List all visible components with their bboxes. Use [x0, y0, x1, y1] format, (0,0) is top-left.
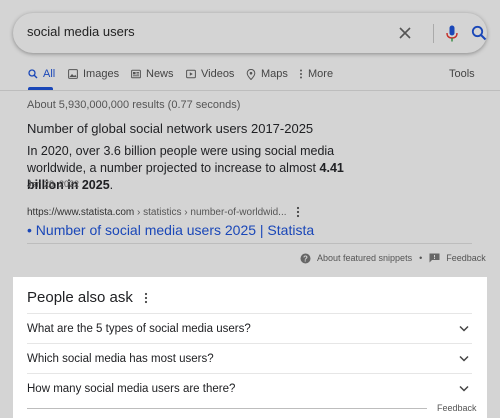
result-divider — [27, 243, 472, 244]
paa-question: Which social media has most users? — [27, 353, 214, 365]
search-icon — [28, 69, 38, 79]
tab-all[interactable]: All — [28, 68, 55, 80]
search-tabs: All Images News Videos Maps More Tools — [0, 66, 500, 90]
tools-button[interactable]: Tools — [449, 68, 475, 80]
chevron-down-icon — [459, 385, 469, 392]
snippet-date: Jan 28, 2022 — [27, 179, 80, 189]
snippet-footer: ? About featured snippets • Feedback — [300, 251, 486, 265]
snippet-text-prefix: In 2020, over 3.6 billion people were us… — [27, 144, 335, 175]
search-icon[interactable] — [471, 25, 487, 41]
paa-question-row[interactable]: What are the 5 types of social media use… — [27, 313, 472, 344]
tab-label: News — [146, 68, 174, 80]
svg-text:?: ? — [303, 254, 308, 263]
result-title-link[interactable]: • Number of social media users 2025 | St… — [27, 222, 314, 238]
paa-question: How many social media users are there? — [27, 383, 236, 395]
search-box[interactable]: social media users — [13, 13, 487, 53]
news-icon — [131, 69, 141, 79]
about-featured-snippets-link[interactable]: About featured snippets — [317, 253, 412, 263]
result-url[interactable]: https://www.statista.com › statistics › … — [27, 207, 287, 218]
image-icon — [68, 69, 78, 79]
paa-question: What are the 5 types of social media use… — [27, 323, 251, 335]
tab-label: Videos — [201, 68, 235, 80]
results-stats: About 5,930,000,000 results (0.77 second… — [27, 99, 241, 111]
paa-options-icon[interactable] — [142, 291, 150, 305]
tab-maps[interactable]: Maps — [246, 68, 288, 80]
mic-icon[interactable] — [446, 25, 458, 42]
search-input[interactable]: social media users — [27, 24, 135, 39]
tab-label: Maps — [261, 68, 288, 80]
tab-label: Images — [83, 68, 120, 80]
feedback-icon — [429, 253, 440, 263]
tab-label: All — [43, 68, 56, 80]
separator-dot: • — [419, 253, 423, 263]
paa-divider — [27, 408, 427, 409]
map-pin-icon — [246, 68, 256, 80]
paa-title: People also ask — [27, 289, 133, 306]
tab-images[interactable]: Images — [68, 68, 119, 80]
featured-snippet-heading: Number of global social network users 20… — [27, 121, 314, 136]
help-icon: ? — [300, 253, 311, 263]
people-also-ask-card: People also ask What are the 5 types of … — [13, 277, 487, 418]
tabs-divider — [0, 90, 500, 91]
snippet-text-suffix: . — [109, 178, 114, 192]
result-url-domain: https://www.statista.com — [27, 207, 135, 218]
tab-news[interactable]: News — [131, 68, 174, 80]
video-icon — [186, 69, 196, 79]
result-options-icon[interactable] — [294, 205, 302, 219]
feedback-link[interactable]: Feedback — [446, 253, 486, 263]
paa-feedback-link[interactable]: Feedback — [437, 403, 477, 413]
clear-icon[interactable] — [398, 26, 412, 40]
chevron-down-icon — [459, 325, 469, 332]
more-dots-icon — [300, 69, 302, 79]
tab-videos[interactable]: Videos — [186, 68, 234, 80]
chevron-down-icon — [459, 355, 469, 362]
tab-more[interactable]: More — [299, 68, 333, 80]
paa-question-row[interactable]: How many social media users are there? — [27, 373, 472, 404]
search-divider — [433, 24, 434, 43]
tab-label: More — [308, 68, 334, 80]
result-url-crumbs: › statistics › number-of-worldwid... — [134, 207, 287, 218]
paa-question-row[interactable]: Which social media has most users? — [27, 343, 472, 374]
